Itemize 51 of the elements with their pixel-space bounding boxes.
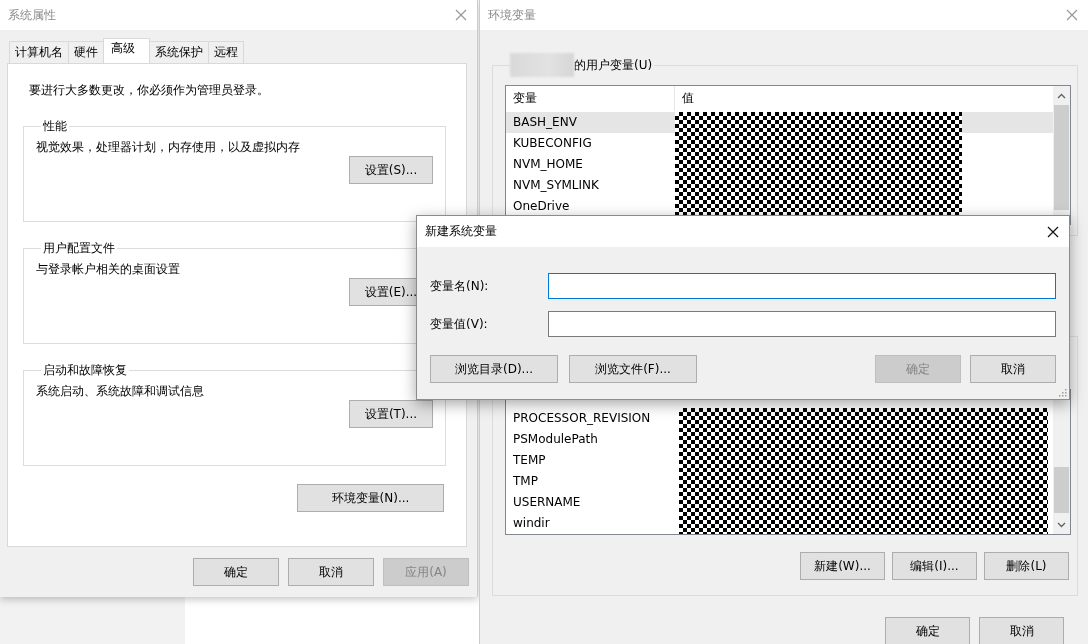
scrollbar-thumb[interactable] — [1054, 467, 1069, 513]
dialog-button[interactable]: 取消 — [970, 355, 1056, 383]
tab[interactable]: 远程 — [208, 41, 244, 63]
variable-row[interactable]: BASH_ENV — [506, 112, 1053, 133]
variable-row[interactable]: NVM_SYMLINK — [506, 175, 1053, 196]
list-action-button[interactable]: 新建(W)... — [800, 552, 885, 580]
column-header[interactable]: 值 — [675, 86, 694, 111]
list-action-button[interactable]: 删除(L) — [984, 552, 1069, 580]
window-title: 环境变量 — [488, 6, 536, 24]
environment-variables-button[interactable]: 环境变量(N)... — [297, 484, 444, 512]
tab[interactable]: 计算机名 — [9, 41, 69, 63]
dialog-button[interactable]: 确定 — [885, 617, 970, 644]
variable-row[interactable]: KUBECONFIG — [506, 133, 1053, 154]
variable-row[interactable]: TEMP — [506, 450, 1053, 471]
group-description: 与登录帐户相关的桌面设置 — [36, 261, 181, 278]
variable-row[interactable]: TMP — [506, 471, 1053, 492]
field-label: 变量值(V): — [430, 315, 489, 333]
group-description: 系统启动、系统故障和调试信息 — [36, 383, 205, 400]
scroll-up-icon[interactable] — [1057, 93, 1066, 99]
close-icon[interactable] — [1047, 225, 1059, 238]
variable-row[interactable]: PSModulePath — [506, 429, 1053, 450]
window-title: 系统属性 — [8, 6, 56, 24]
scroll-down-icon[interactable] — [1057, 522, 1066, 528]
variable-row[interactable]: NVM_HOME — [506, 154, 1053, 175]
variable-row[interactable]: PROCESSOR_REVISION — [506, 408, 1053, 429]
scrollbar-thumb[interactable] — [1054, 105, 1069, 210]
resize-grip-icon[interactable] — [1059, 389, 1067, 397]
browse-button[interactable]: 浏览目录(D)... — [430, 355, 558, 383]
group-title: 用户配置文件 — [42, 240, 116, 257]
group-title: 启动和故障恢复 — [42, 362, 128, 379]
variable-row[interactable]: windir — [506, 513, 1053, 534]
field-label: 变量名(N): — [430, 277, 490, 295]
window-title: 新建系统变量 — [425, 223, 497, 240]
dialog-button[interactable]: 确定 — [193, 558, 279, 586]
variable-row[interactable]: OneDrive — [506, 196, 1053, 217]
column-header[interactable]: 变量 — [506, 86, 675, 111]
redacted-name — [510, 53, 574, 77]
admin-notice: 要进行大多数更改，你必须作为管理员登录。 — [29, 82, 270, 99]
tab[interactable]: 高级 — [103, 38, 150, 63]
group-description: 视觉效果，处理器计划，内存使用，以及虚拟内存 — [36, 139, 301, 156]
group-title: 的用户变量(U) — [574, 56, 653, 74]
list-action-button[interactable]: 编辑(I)... — [892, 552, 977, 580]
variable-row[interactable]: USERNAME — [506, 492, 1053, 513]
input-field[interactable] — [548, 311, 1056, 337]
browse-button[interactable]: 浏览文件(F)... — [569, 355, 697, 383]
settings-button[interactable]: 设置(T)... — [349, 400, 433, 428]
group-title: 性能 — [42, 118, 68, 135]
settings-button[interactable]: 设置(S)... — [349, 156, 433, 184]
input-field[interactable] — [548, 273, 1056, 299]
dialog-button[interactable]: 取消 — [288, 558, 374, 586]
dialog-button[interactable]: 取消 — [979, 617, 1064, 644]
